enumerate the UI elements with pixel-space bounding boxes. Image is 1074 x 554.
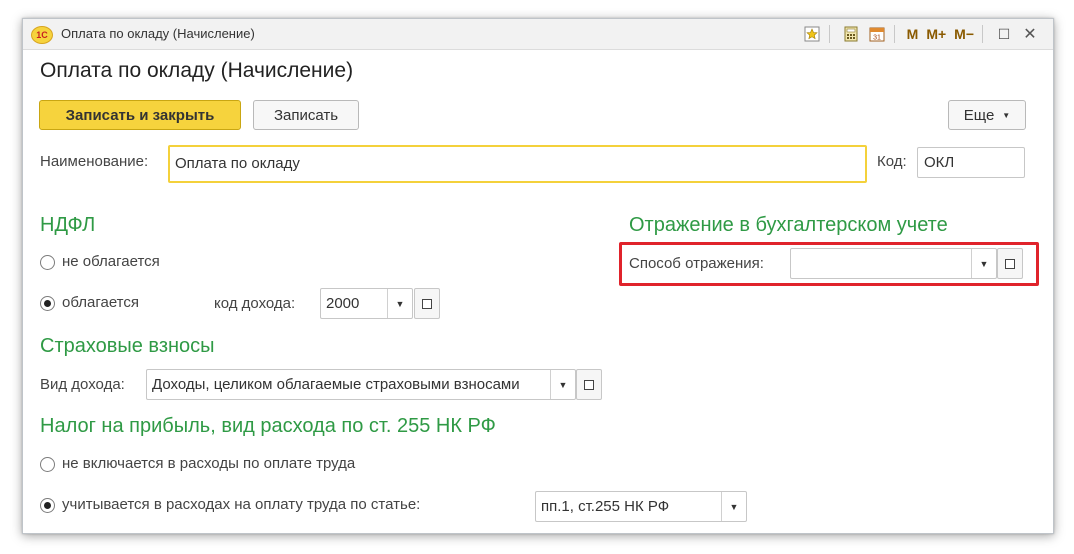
ndfl-taxed-label: облагается: [62, 294, 140, 311]
memory-plus-button[interactable]: M+: [924, 23, 948, 45]
income-code-select[interactable]: 2000 ▼: [320, 288, 413, 319]
reflection-method-open-button[interactable]: [997, 248, 1023, 279]
reflection-method-label: Способ отражения:: [629, 255, 764, 272]
profit-tax-not-included-radio[interactable]: [40, 457, 55, 472]
memory-m-button[interactable]: M: [905, 23, 921, 45]
title-bar-actions: 31 M M+ M− ☐ ✕: [797, 23, 1041, 45]
profit-tax-not-included-label: не включается в расходы по оплате труда: [62, 455, 356, 472]
accounting-section-title: Отражение в бухгалтерском учете: [629, 214, 948, 236]
income-type-label: Вид дохода:: [40, 376, 125, 393]
chevron-down-icon: ▼: [1002, 110, 1011, 120]
restore-window-icon[interactable]: ☐: [993, 23, 1015, 45]
form-window: 1C Оплата по окладу (Начисление) 31 M M+…: [22, 18, 1054, 534]
reflection-method-select[interactable]: ▼: [790, 248, 997, 279]
toolbar-separator: [828, 25, 830, 43]
save-and-close-button[interactable]: Записать и закрыть: [39, 100, 241, 130]
ndfl-section-title: НДФЛ: [40, 214, 96, 236]
ndfl-not-taxed-radio[interactable]: [40, 255, 55, 270]
window-title: Оплата по окладу (Начисление): [61, 26, 255, 41]
profit-tax-included-label: учитывается в расходах на оплату труда п…: [62, 496, 421, 513]
app-logo-icon: 1C: [31, 26, 53, 44]
open-item-icon: [419, 298, 432, 313]
profit-tax-included-radio[interactable]: [40, 498, 55, 513]
favorite-star-icon[interactable]: [801, 23, 823, 45]
income-type-select[interactable]: Доходы, целиком облагаемые страховыми вз…: [146, 369, 576, 400]
code-input[interactable]: ОКЛ: [917, 147, 1025, 178]
title-bar: 1C Оплата по окладу (Начисление) 31 M M+…: [23, 19, 1053, 50]
insurance-section-title: Страховые взносы: [40, 335, 215, 357]
memory-minus-button[interactable]: M−: [952, 23, 976, 45]
open-item-icon: [581, 379, 594, 394]
income-code-open-button[interactable]: [414, 288, 440, 319]
name-input[interactable]: Оплата по окладу: [168, 145, 867, 183]
chevron-down-icon[interactable]: ▼: [721, 492, 746, 521]
open-item-icon: [1002, 258, 1015, 273]
reflection-method-value: [791, 249, 971, 278]
chevron-down-icon[interactable]: ▼: [387, 289, 412, 318]
toolbar-separator: [982, 25, 983, 43]
article-select[interactable]: пп.1, ст.255 НК РФ ▼: [535, 491, 747, 522]
chevron-down-icon[interactable]: ▼: [550, 370, 575, 399]
ndfl-taxed-radio[interactable]: [40, 296, 55, 311]
more-button[interactable]: Еще ▼: [948, 100, 1026, 130]
calendar-day-label: 31: [873, 35, 881, 42]
income-type-open-button[interactable]: [576, 369, 602, 400]
income-type-value: Доходы, целиком облагаемые страховыми вз…: [152, 376, 520, 393]
ndfl-not-taxed-label: не облагается: [62, 253, 160, 270]
income-code-value: 2000: [326, 295, 360, 312]
calendar-icon[interactable]: 31: [866, 23, 888, 45]
form-title: Оплата по окладу (Начисление): [40, 59, 354, 82]
code-label: Код:: [877, 153, 907, 170]
save-button[interactable]: Записать: [253, 100, 359, 130]
chevron-down-icon[interactable]: ▼: [971, 249, 996, 278]
close-window-icon[interactable]: ✕: [1019, 23, 1041, 45]
income-code-label: код дохода:: [214, 295, 296, 312]
toolbar-separator: [893, 25, 895, 43]
more-button-label: Еще: [963, 106, 995, 124]
profit-tax-section-title: Налог на прибыль, вид расхода по ст. 255…: [40, 415, 496, 437]
name-label: Наименование:: [40, 153, 149, 170]
calculator-icon[interactable]: [840, 23, 862, 45]
article-value: пп.1, ст.255 НК РФ: [541, 498, 670, 515]
